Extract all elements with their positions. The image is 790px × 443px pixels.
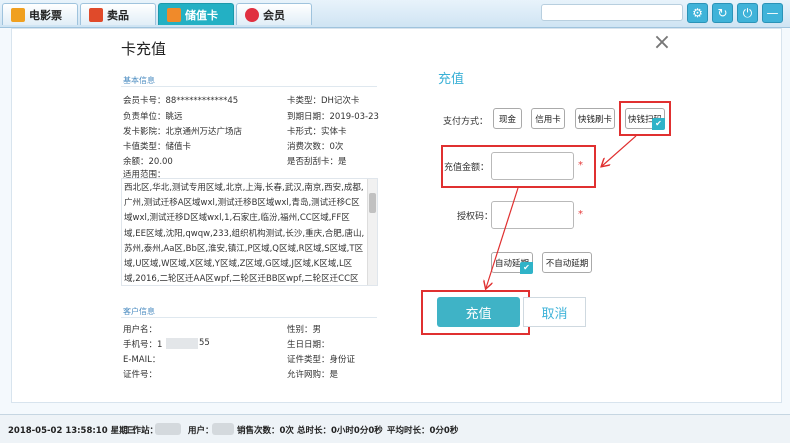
scratch-card: 是否刮刮卡：是: [287, 157, 347, 167]
scope-list[interactable]: 西北区,华北,测试专用区域,北京,上海,长春,武汉,南京,西安,成都,广州,测试…: [121, 178, 378, 286]
amount-label: 充值金额：: [444, 163, 490, 173]
divider: [121, 317, 377, 318]
card-kind: 卡值类型：储值卡: [123, 142, 192, 152]
card-icon: [167, 7, 181, 22]
status-datetime: 2018-05-02 13:58:10 星期三: [8, 426, 137, 436]
balance: 余额：20.00: [123, 157, 173, 167]
gender: 性别：男: [287, 325, 322, 335]
heart-icon: [245, 7, 259, 22]
pay-card-swipe-button[interactable]: 快钱刷卡: [575, 108, 615, 129]
card-form: 卡形式：实体卡: [287, 127, 347, 137]
status-bar: 2018-05-02 13:58:10 星期三 工作站： 用户： 销售次数：0次…: [0, 414, 790, 443]
card-number: 会员卡号：88************45: [123, 96, 239, 106]
status-sales: 销售次数：0次: [237, 426, 294, 436]
birthday: 生日日期：: [287, 340, 330, 350]
divider: [121, 86, 377, 87]
online-purchase: 允许网购：是: [287, 370, 339, 380]
refresh-icon[interactable]: ↻: [712, 3, 733, 23]
amount-input[interactable]: [491, 152, 574, 180]
tab-label: 卖品: [107, 8, 129, 22]
required-mark: *: [578, 160, 583, 171]
pay-cash-button[interactable]: 现金: [493, 108, 522, 129]
no-auto-extend-button[interactable]: 不自动延期: [542, 252, 592, 273]
id-number: 证件号：: [123, 370, 158, 380]
station-redaction: [155, 423, 181, 435]
required-mark: *: [578, 209, 583, 220]
consume-count: 消费次数：0次: [287, 142, 344, 152]
status-station: 工作站：: [124, 426, 159, 436]
minimize-icon[interactable]: —: [762, 3, 783, 23]
tab-label: 储值卡: [185, 8, 218, 22]
tab-stored-value-card[interactable]: 储值卡: [158, 3, 234, 25]
pay-credit-button[interactable]: 信用卡: [531, 108, 565, 129]
dialog-title: 卡充值: [121, 40, 167, 58]
basic-info-heading: 基本信息: [123, 76, 155, 85]
auth-code-input[interactable]: [491, 201, 574, 229]
phone-suffix: 55: [199, 338, 210, 348]
card-type: 卡类型：DH记次卡: [287, 96, 360, 106]
tab-member[interactable]: 会员: [236, 3, 312, 25]
issuer: 发卡影院：北京通州万达广场店: [123, 127, 243, 137]
tab-label: 电影票: [29, 8, 62, 22]
settings-icon[interactable]: ⚙: [687, 3, 708, 23]
tab-label: 会员: [263, 8, 285, 22]
expire-date: 到期日期：2019-03-23: [287, 112, 379, 122]
id-type: 证件类型：身份证: [287, 355, 356, 365]
user-name: 用户名：: [123, 325, 158, 335]
scroll-thumb[interactable]: [369, 193, 376, 213]
email: E-MAIL：: [123, 355, 161, 365]
phone-prefix: 手机号：1: [123, 340, 163, 350]
user-redaction: [212, 423, 234, 435]
status-total: 总时长：0小时0分0秒: [297, 426, 383, 436]
close-icon[interactable]: ×: [652, 32, 672, 54]
power-icon[interactable]: ⏻: [737, 3, 758, 23]
unit: 负责单位：眺远: [123, 112, 183, 122]
movie-ticket-icon: [11, 7, 25, 22]
auth-label: 授权码：: [457, 212, 494, 222]
customer-info-heading: 客户信息: [123, 307, 155, 316]
auto-extend-button[interactable]: 自动延期: [491, 252, 533, 274]
top-bar: 电影票 卖品 储值卡 会员 ⚙ ↻ ⏻ —: [0, 0, 790, 28]
scope-text: 西北区,华北,测试专用区域,北京,上海,长春,武汉,南京,西安,成都,广州,测试…: [124, 183, 365, 285]
tab-snacks[interactable]: 卖品: [80, 3, 156, 25]
scrollbar[interactable]: [367, 179, 377, 285]
phone-redaction: [166, 338, 198, 349]
top-search-input[interactable]: [541, 4, 683, 21]
popcorn-icon: [89, 7, 103, 22]
status-user: 用户：: [188, 426, 214, 436]
cancel-button[interactable]: 取消: [523, 297, 586, 327]
pay-label: 支付方式：: [443, 117, 489, 127]
submit-button[interactable]: 充值: [437, 297, 520, 327]
status-avg: 平均时长：0分0秒: [387, 426, 459, 436]
form-title: 充值: [438, 72, 465, 87]
highlight-box-qr: [619, 101, 671, 136]
tab-movie-ticket[interactable]: 电影票: [2, 3, 78, 25]
